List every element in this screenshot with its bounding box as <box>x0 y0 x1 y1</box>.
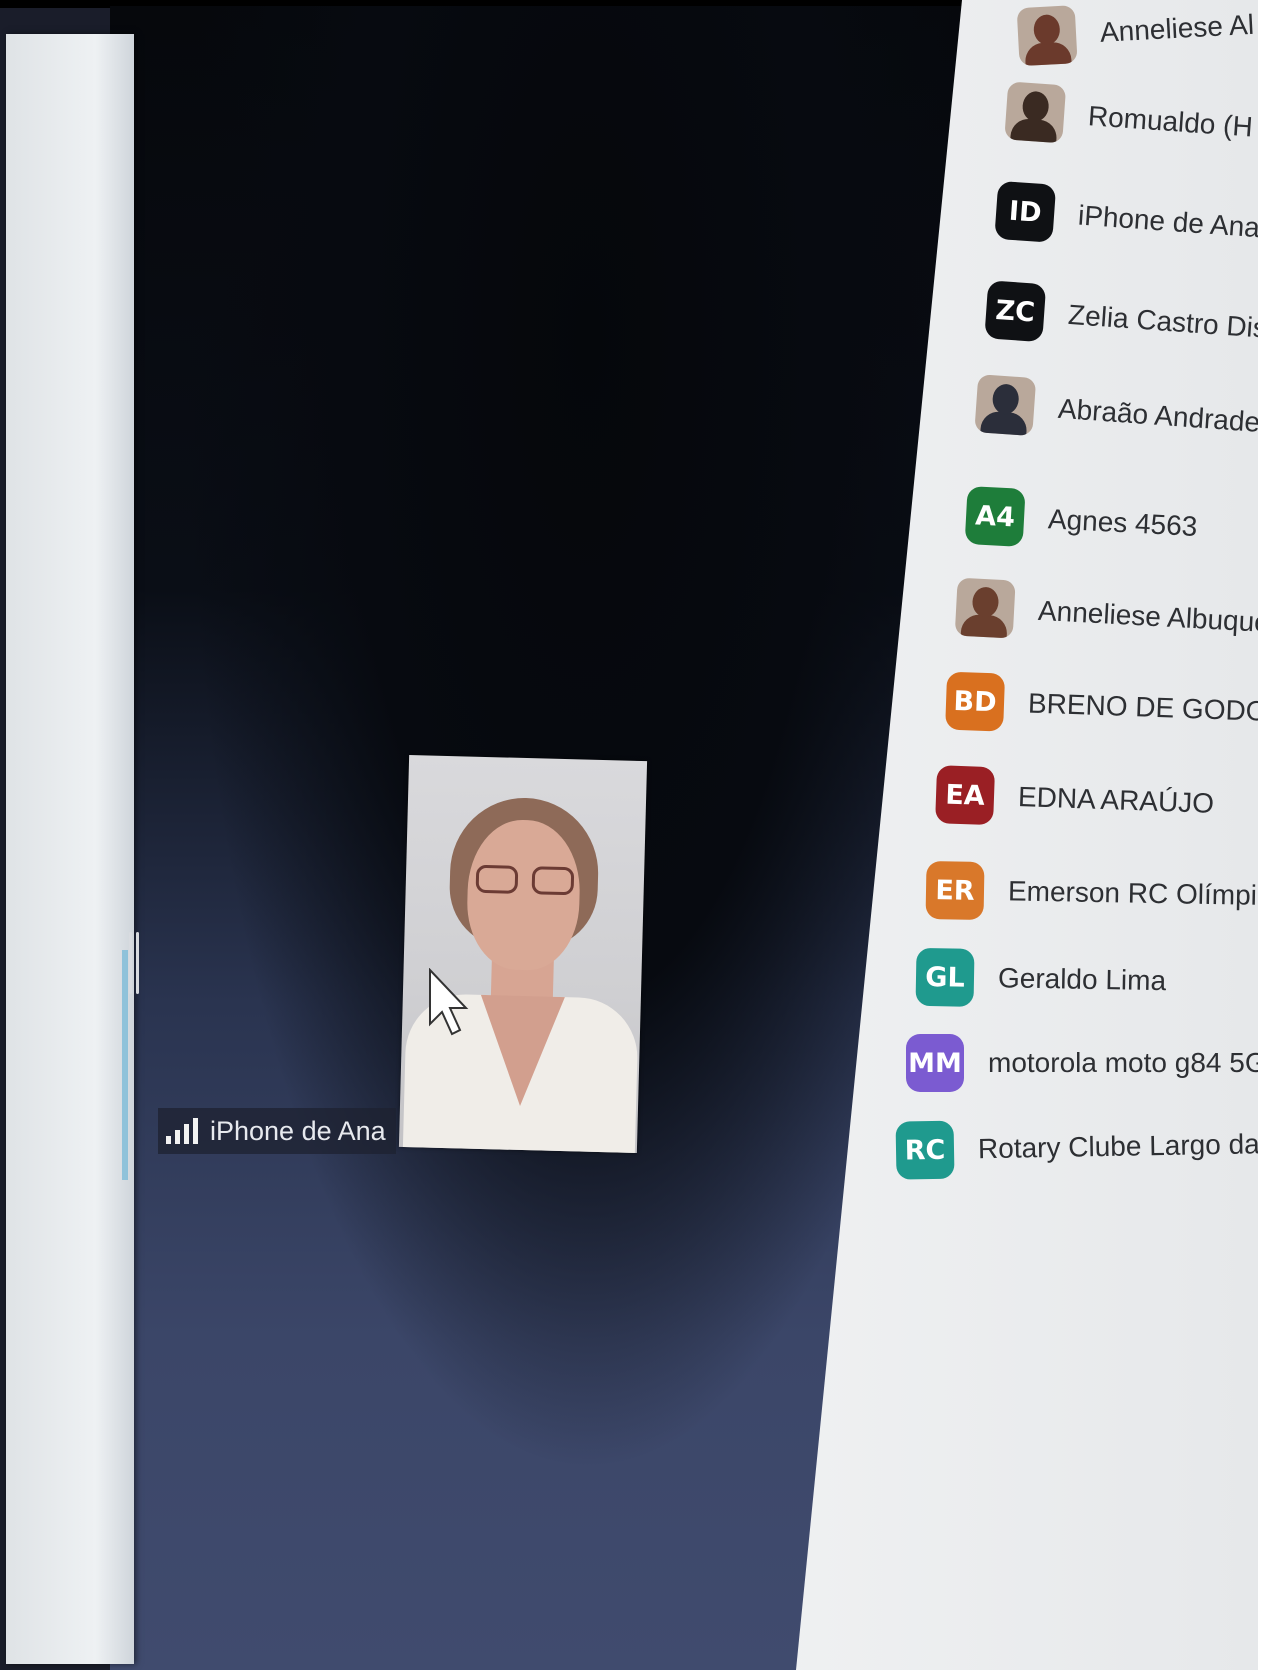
participant-name: Zelia Castro Dis <box>1067 298 1258 344</box>
avatar-body <box>1024 41 1073 67</box>
avatar-initials: MM <box>906 1034 964 1092</box>
avatar-initials: EA <box>935 765 996 826</box>
participant-name: iPhone de Ana <box>1077 199 1258 244</box>
screen-right-edge <box>1258 0 1264 1670</box>
video-name-label: iPhone de Ana <box>158 1108 396 1154</box>
participant-name: Rotary Clube Largo da Paz <box>977 1127 1258 1165</box>
video-participant-name: iPhone de Ana <box>210 1115 386 1146</box>
avatar-initials: GL <box>915 947 975 1007</box>
participant-name: Abraão Andrade <box>1057 392 1258 438</box>
participant-name: Emerson RC Olímpia <box>1007 875 1258 912</box>
participant-row[interactable]: ZC Zelia Castro Dis <box>984 280 1258 357</box>
avatar-body <box>1009 117 1058 144</box>
video-person-vneck <box>478 994 565 1108</box>
participant-row[interactable]: Anneliese Albuquer <box>954 577 1258 653</box>
participant-row[interactable]: BD BRENO DE GODOY N <box>945 671 1258 743</box>
participant-name: EDNA ARAÚJO <box>1017 781 1215 819</box>
avatar-photo <box>1004 81 1067 144</box>
avatar-photo <box>1016 5 1078 67</box>
participant-name: Agnes 4563 <box>1047 503 1199 543</box>
avatar-body <box>979 410 1028 437</box>
participant-name: Geraldo Lima <box>997 962 1167 997</box>
avatar-initials: BD <box>945 671 1006 732</box>
signal-strength-icon <box>166 1118 202 1144</box>
participant-name: Anneliese Albuquer <box>1037 594 1258 639</box>
avatar-initials: ER <box>925 860 985 920</box>
mouse-cursor-icon <box>429 968 469 1036</box>
participant-row[interactable]: ER Emerson RC Olímpia <box>925 860 1258 925</box>
avatar-head <box>971 586 1000 618</box>
avatar-body <box>960 613 1008 639</box>
participant-name: BRENO DE GODOY N <box>1027 687 1258 728</box>
avatar-initials: ID <box>994 180 1057 243</box>
participant-row[interactable]: ID iPhone de Ana <box>994 180 1258 257</box>
avatar-head <box>1021 90 1050 123</box>
participant-video-tile[interactable] <box>398 754 648 1154</box>
participant-name: Anneliese Al <box>1099 8 1255 48</box>
video-person-glasses <box>475 864 575 898</box>
participant-row[interactable]: MM motorola moto g84 5G <box>906 1034 1258 1092</box>
avatar-initials: A4 <box>964 485 1026 547</box>
participant-name: motorola moto g84 5G <box>988 1047 1258 1078</box>
participant-row[interactable]: Abraão Andrade <box>974 374 1258 452</box>
participant-row[interactable]: RC Rotary Clube Largo da Paz <box>895 1114 1258 1180</box>
participant-row[interactable]: GL Geraldo Lima <box>915 947 1167 1010</box>
participant-row[interactable]: Anneliese Al <box>1016 0 1256 67</box>
participant-row[interactable]: A4 Agnes 4563 <box>964 485 1199 556</box>
participant-row[interactable]: Romualdo (H <box>1004 81 1254 156</box>
left-panel <box>6 34 134 1664</box>
avatar-head <box>1033 14 1061 46</box>
avatar-initials: ZC <box>984 280 1047 343</box>
panel-resize-handle[interactable] <box>128 932 140 994</box>
avatar-head <box>991 383 1020 415</box>
avatar-photo <box>974 374 1037 437</box>
participant-row[interactable]: EA EDNA ARAÚJO <box>935 765 1215 833</box>
avatar-photo <box>954 577 1016 639</box>
avatar-initials: RC <box>895 1120 955 1180</box>
participant-name: Romualdo (H <box>1087 100 1254 143</box>
